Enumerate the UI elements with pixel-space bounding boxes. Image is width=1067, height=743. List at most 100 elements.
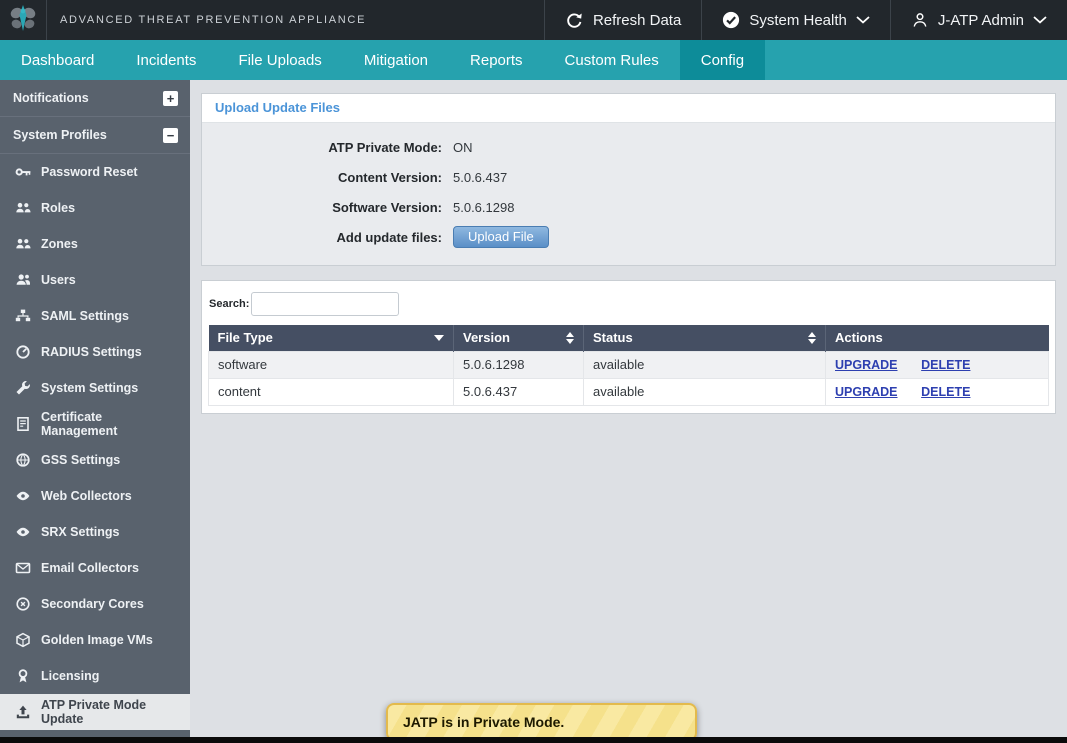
user-group-icon bbox=[14, 272, 32, 288]
cell-version: 5.0.6.1298 bbox=[454, 352, 584, 379]
sidebar-item-label: SAML Settings bbox=[41, 309, 129, 323]
section-label: Notifications bbox=[13, 91, 89, 105]
sidebar-item-secondary-cores[interactable]: Secondary Cores bbox=[0, 586, 190, 622]
system-health-menu[interactable]: System Health bbox=[701, 0, 890, 40]
upload-file-button[interactable]: Upload File bbox=[453, 226, 549, 248]
section-label: System Profiles bbox=[13, 128, 107, 142]
column-label: Status bbox=[593, 330, 633, 345]
tab-config[interactable]: Config bbox=[680, 40, 765, 80]
sidebar-item-golden-image-vms[interactable]: Golden Image VMs bbox=[0, 622, 190, 658]
sidebar-item-users[interactable]: Users bbox=[0, 262, 190, 298]
sidebar-item-label: Password Reset bbox=[41, 165, 138, 179]
upload-update-files-panel: Upload Update Files ATP Private Mode: ON… bbox=[201, 93, 1056, 266]
panel-title: Upload Update Files bbox=[202, 94, 1055, 123]
sidebar-item-label: Secondary Cores bbox=[41, 597, 144, 611]
sidebar-item-label: SRX Settings bbox=[41, 525, 120, 539]
upgrade-link[interactable]: UPGRADE bbox=[835, 385, 898, 399]
sidebar-item-label: Golden Image VMs bbox=[41, 633, 153, 647]
sidebar-item-label: Roles bbox=[41, 201, 75, 215]
envelope-icon bbox=[14, 560, 32, 576]
health-check-icon bbox=[722, 11, 740, 29]
system-health-label: System Health bbox=[749, 12, 847, 29]
eye-icon bbox=[14, 488, 32, 504]
field-value: 5.0.6.437 bbox=[453, 170, 507, 185]
tab-dashboard[interactable]: Dashboard bbox=[0, 40, 115, 80]
user-icon bbox=[911, 11, 929, 29]
refresh-data-button[interactable]: Refresh Data bbox=[544, 0, 701, 40]
column-header-status[interactable]: Status bbox=[584, 325, 826, 352]
upload-icon bbox=[14, 704, 32, 720]
column-label: Version bbox=[463, 330, 510, 345]
column-header-file-type[interactable]: File Type bbox=[209, 325, 454, 352]
sidebar-item-radius-settings[interactable]: RADIUS Settings bbox=[0, 334, 190, 370]
sidebar-item-web-collectors[interactable]: Web Collectors bbox=[0, 478, 190, 514]
column-header-version[interactable]: Version bbox=[454, 325, 584, 352]
sidebar-item-email-collectors[interactable]: Email Collectors bbox=[0, 550, 190, 586]
tab-mitigation[interactable]: Mitigation bbox=[343, 40, 449, 80]
delete-link[interactable]: DELETE bbox=[921, 385, 970, 399]
sidebar-item-certificate-management[interactable]: Certificate Management bbox=[0, 406, 190, 442]
key-icon bbox=[14, 164, 32, 180]
sidebar-item-atp-private-mode-update[interactable]: ATP Private Mode Update bbox=[0, 694, 190, 730]
sort-both-icon[interactable] bbox=[566, 332, 574, 344]
tab-file-uploads[interactable]: File Uploads bbox=[217, 40, 342, 80]
expand-plus-icon[interactable]: + bbox=[163, 91, 178, 106]
table-row-content: content 5.0.6.437 available UPGRADE DELE… bbox=[209, 379, 1049, 406]
main-nav: Dashboard Incidents File Uploads Mitigat… bbox=[0, 40, 1067, 80]
main-content: Upload Update Files ATP Private Mode: ON… bbox=[190, 80, 1067, 737]
sidebar-item-licensing[interactable]: Licensing bbox=[0, 658, 190, 694]
cell-actions: UPGRADE DELETE bbox=[826, 379, 1049, 406]
cube-icon bbox=[14, 632, 32, 648]
update-files-table: File Type Version Stat bbox=[208, 325, 1049, 406]
sidebar-item-label: Email Collectors bbox=[41, 561, 139, 575]
search-label: Search: bbox=[209, 298, 249, 310]
refresh-icon bbox=[565, 11, 584, 30]
sidebar-item-zones[interactable]: Zones bbox=[0, 226, 190, 262]
private-mode-toast: JATP is in Private Mode. bbox=[386, 703, 697, 741]
chevron-down-icon bbox=[856, 16, 870, 24]
eye-icon bbox=[14, 524, 32, 540]
field-label: Content Version: bbox=[202, 170, 442, 185]
search-input[interactable] bbox=[251, 292, 399, 316]
config-sidebar: Notifications + System Profiles − Passwo… bbox=[0, 80, 190, 737]
tab-reports[interactable]: Reports bbox=[449, 40, 544, 80]
sidebar-item-roles[interactable]: Roles bbox=[0, 190, 190, 226]
user-account-menu[interactable]: J-ATP Admin bbox=[890, 0, 1067, 40]
tab-incidents[interactable]: Incidents bbox=[115, 40, 217, 80]
certificate-icon bbox=[14, 416, 32, 432]
sidebar-item-gss-settings[interactable]: GSS Settings bbox=[0, 442, 190, 478]
butterfly-logo-icon bbox=[8, 3, 38, 38]
column-header-actions: Actions bbox=[826, 325, 1049, 352]
field-label: ATP Private Mode: bbox=[202, 140, 442, 155]
sidebar-item-label: Certificate Management bbox=[41, 410, 180, 438]
refresh-data-label: Refresh Data bbox=[593, 12, 681, 29]
column-label: File Type bbox=[218, 330, 273, 345]
core-icon bbox=[14, 596, 32, 612]
sitemap-icon bbox=[14, 308, 32, 324]
user-label: J-ATP Admin bbox=[938, 12, 1024, 29]
sidebar-item-system-settings[interactable]: System Settings bbox=[0, 370, 190, 406]
sidebar-item-label: Web Collectors bbox=[41, 489, 132, 503]
dial-icon bbox=[14, 344, 32, 360]
sort-both-icon[interactable] bbox=[808, 332, 816, 344]
table-row-software: software 5.0.6.1298 available UPGRADE DE… bbox=[209, 352, 1049, 379]
sidebar-item-label: System Settings bbox=[41, 381, 138, 395]
field-value: 5.0.6.1298 bbox=[453, 200, 514, 215]
field-add-update-files: Add update files: Upload File bbox=[202, 222, 1055, 252]
cell-file-type: content bbox=[209, 379, 454, 406]
users-icon bbox=[14, 200, 32, 216]
sidebar-item-label: ATP Private Mode Update bbox=[41, 698, 180, 726]
tab-custom-rules[interactable]: Custom Rules bbox=[544, 40, 680, 80]
sidebar-item-label: Zones bbox=[41, 237, 78, 251]
delete-link[interactable]: DELETE bbox=[921, 358, 970, 372]
cell-status: available bbox=[584, 352, 826, 379]
collapse-minus-icon[interactable]: − bbox=[163, 128, 178, 143]
sidebar-item-srx-settings[interactable]: SRX Settings bbox=[0, 514, 190, 550]
top-bar: ADVANCED THREAT PREVENTION APPLIANCE Ref… bbox=[0, 0, 1067, 40]
sidebar-section-system-profiles[interactable]: System Profiles − bbox=[0, 117, 190, 154]
sidebar-section-notifications[interactable]: Notifications + bbox=[0, 80, 190, 117]
sort-desc-icon[interactable] bbox=[434, 335, 444, 341]
sidebar-item-password-reset[interactable]: Password Reset bbox=[0, 154, 190, 190]
sidebar-item-saml-settings[interactable]: SAML Settings bbox=[0, 298, 190, 334]
upgrade-link[interactable]: UPGRADE bbox=[835, 358, 898, 372]
